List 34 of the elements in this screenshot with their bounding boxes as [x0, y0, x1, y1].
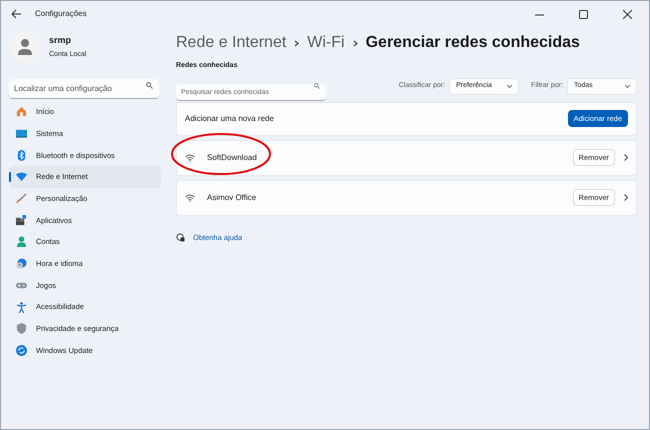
page-title: Gerenciar redes conhecidas	[366, 33, 580, 53]
breadcrumb-link[interactable]: Rede e Internet	[176, 31, 286, 55]
search-icon	[146, 82, 153, 88]
selection-indicator	[9, 172, 11, 182]
help-icon	[176, 232, 185, 242]
avatar	[9, 31, 41, 63]
sync-icon	[16, 344, 27, 356]
apps-icon	[16, 214, 27, 226]
chevron-right-icon	[352, 40, 358, 46]
monitor-icon	[16, 128, 27, 140]
person-icon	[16, 236, 27, 248]
search-field[interactable]: Localizar uma configuração	[9, 79, 159, 99]
chevron-down-icon	[507, 84, 512, 88]
account-name: srmp	[49, 34, 72, 47]
globe-clock-icon	[16, 258, 27, 270]
chevron-right-icon	[294, 40, 300, 46]
shield-icon	[16, 323, 27, 334]
chevron-down-icon	[625, 84, 630, 88]
network-name: SoftDownload	[207, 152, 257, 164]
wifi-icon	[16, 171, 27, 182]
breadcrumb-link[interactable]: Wi-Fi	[307, 31, 345, 55]
search-icon	[314, 83, 320, 89]
brush-icon	[16, 193, 27, 204]
house-icon	[16, 106, 27, 118]
accessibility-icon	[16, 302, 27, 313]
chevron-right-icon[interactable]	[624, 194, 628, 201]
window-title: Configurações	[35, 8, 87, 20]
chevron-right-icon[interactable]	[624, 154, 628, 161]
bluetooth-icon	[16, 150, 27, 161]
network-name: Asimov Office	[207, 192, 256, 204]
add-network-label: Adicionar uma nova rede	[185, 112, 274, 124]
wifi-icon	[185, 194, 195, 202]
back-icon[interactable]	[11, 9, 23, 19]
wifi-icon	[185, 154, 195, 162]
